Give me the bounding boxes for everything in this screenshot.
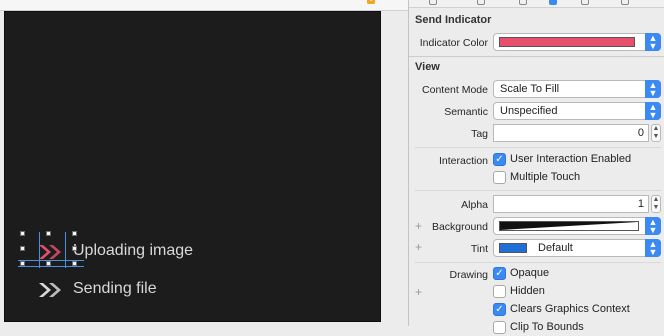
alpha-stepper[interactable]: ▲ ▼ [651, 195, 661, 213]
multiple-touch-label: Multiple Touch [510, 171, 581, 183]
indicator-color-label: Indicator Color [419, 37, 488, 49]
background-color-swatch [499, 221, 639, 231]
list-item[interactable]: Sending file [5, 276, 305, 304]
tag-label: Tag [471, 128, 488, 140]
tint-color-swatch [499, 243, 527, 253]
semantic-label: Semantic [444, 106, 488, 118]
hidden-label: Hidden [510, 285, 545, 297]
checkbox-unchecked[interactable] [493, 285, 506, 298]
content-mode-value: Scale To Fill [500, 83, 560, 95]
content-mode-label: Content Mode [422, 84, 488, 96]
help-inspector-icon[interactable] [477, 0, 485, 5]
device-view[interactable]: Uploading image Sending file [4, 11, 381, 322]
tag-value: 0 [637, 127, 644, 139]
list-item[interactable]: Uploading image [5, 238, 305, 266]
size-inspector-icon[interactable] [581, 0, 589, 5]
chevron-up-down-icon[interactable]: ▲ ▼ [645, 80, 661, 98]
semantic-value: Unspecified [500, 105, 558, 117]
section-divider [409, 56, 664, 57]
canvas-top-bar [0, 0, 408, 11]
semantic-popup[interactable]: Unspecified ▲ ▼ [493, 102, 661, 120]
background-color-picker[interactable]: ▲ ▼ [493, 217, 661, 235]
checkbox-unchecked[interactable] [493, 171, 506, 184]
add-variation-icon[interactable]: + [415, 240, 422, 254]
interaction-label: Interaction [438, 155, 488, 167]
identity-inspector-icon[interactable] [519, 0, 527, 5]
drawing-label: Drawing [449, 269, 488, 281]
resize-handle[interactable] [20, 231, 25, 236]
file-inspector-icon[interactable] [429, 0, 437, 5]
warning-icon[interactable] [364, 0, 378, 6]
checkmark-icon[interactable]: ✓ [493, 267, 506, 280]
chevron-up-down-icon[interactable]: ▲ ▼ [645, 33, 661, 51]
tint-color-picker[interactable]: Default ▲ ▼ [493, 239, 661, 257]
add-variation-icon[interactable]: + [415, 285, 422, 299]
checkmark-icon[interactable]: ✓ [493, 303, 506, 316]
user-interaction-label: User Interaction Enabled [510, 153, 632, 165]
checkbox-unchecked[interactable] [493, 321, 506, 334]
attributes-inspector-icon[interactable] [549, 0, 557, 5]
double-chevron-right-icon [39, 245, 61, 259]
inspector-toolbar [409, 0, 664, 8]
section-title-view: View [415, 61, 440, 73]
tint-label: Tint [470, 243, 488, 255]
checkmark-icon[interactable]: ✓ [493, 153, 506, 166]
double-chevron-right-icon [39, 283, 61, 297]
chevron-up-down-icon[interactable]: ▲ ▼ [645, 239, 661, 257]
add-variation-icon[interactable]: + [415, 219, 422, 233]
attributes-inspector: Send Indicator Indicator Color ▲ ▼ View C… [408, 0, 664, 334]
indicator-color-picker[interactable]: ▲ ▼ [493, 33, 661, 51]
clip-to-bounds-label: Clip To Bounds [510, 321, 584, 333]
tag-stepper[interactable]: ▲ ▼ [651, 124, 661, 142]
cell-title: Sending file [73, 280, 157, 297]
chevron-up-down-icon[interactable]: ▲ ▼ [645, 102, 661, 120]
resize-handle[interactable] [72, 231, 77, 236]
cell-title: Uploading image [73, 242, 194, 259]
indicator-color-swatch [499, 37, 635, 47]
alpha-value: 1 [637, 198, 644, 210]
alignment-guide [18, 266, 84, 267]
background-label: Background [431, 221, 488, 233]
clears-graphics-label: Clears Graphics Context [510, 303, 630, 315]
section-title-send-indicator: Send Indicator [415, 14, 492, 26]
row-divider [415, 190, 661, 191]
content-mode-popup[interactable]: Scale To Fill ▲ ▼ [493, 80, 661, 98]
storyboard-canvas: Uploading image Sending file [0, 0, 408, 326]
chevron-up-down-icon[interactable]: ▲ ▼ [645, 217, 661, 235]
alpha-label: Alpha [461, 199, 488, 211]
opaque-label: Opaque [510, 267, 550, 279]
row-divider [415, 147, 661, 148]
alpha-field[interactable]: 1 [493, 195, 649, 213]
row-divider [415, 262, 661, 263]
resize-handle[interactable] [46, 231, 51, 236]
tint-value: Default [538, 242, 573, 254]
connections-inspector-icon[interactable] [621, 0, 629, 5]
tag-field[interactable]: 0 [493, 124, 649, 142]
